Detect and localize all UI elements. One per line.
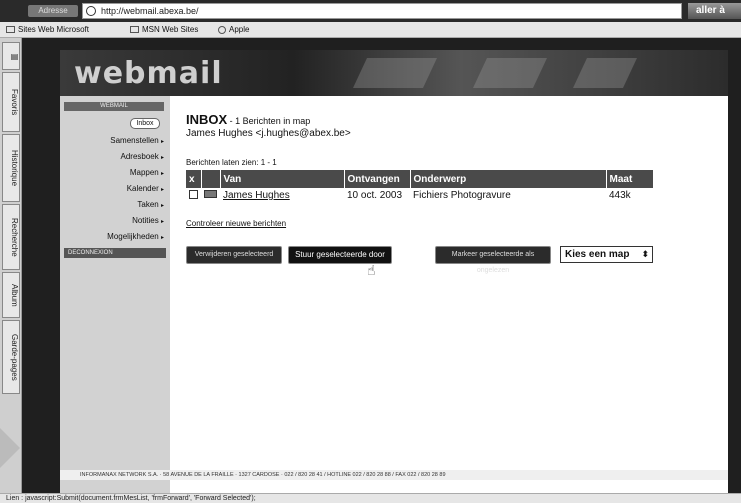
account-user: James Hughes <j.hughes@abex.be> — [186, 128, 351, 139]
banner-decoration — [473, 58, 547, 88]
logout-button[interactable]: DECONNEXION — [64, 248, 166, 258]
favorite-link-msn[interactable]: MSN Web Sites — [130, 24, 198, 36]
nav-item-label: Samenstellen — [110, 136, 159, 145]
message-subject: Fichiers Photogravure — [413, 190, 511, 201]
favorite-label: Apple — [229, 25, 250, 34]
envelope-icon — [204, 190, 217, 198]
delete-selected-button[interactable]: Verwijderen geselecteerd — [186, 246, 282, 264]
nav-inbox-badge[interactable]: Inbox — [130, 118, 160, 129]
column-size[interactable]: Maat — [606, 170, 654, 188]
folder-icon — [130, 26, 139, 34]
go-label: aller à — [696, 5, 725, 16]
address-bar: Adresse http://webmail.abexa.be/ aller à — [0, 0, 741, 22]
favorite-label: MSN Web Sites — [142, 25, 199, 34]
nav-item-label: Mappen — [129, 168, 159, 177]
logout-label: DECONNEXION — [68, 250, 113, 256]
nav-item-label: Notities — [132, 216, 159, 225]
message-range: Berichten laten zien: 1 - 1 — [186, 158, 277, 167]
nav-item-addressbook[interactable]: Adresboek ▸ — [121, 152, 165, 161]
hand-cursor-icon: ☝ — [367, 262, 376, 278]
nav-item-tasks[interactable]: Taken ▸ — [137, 200, 164, 209]
message-size: 443k — [609, 190, 631, 201]
folder-icon — [6, 26, 15, 34]
message-checkbox[interactable] — [189, 189, 198, 199]
favorite-label: Sites Web Microsoft — [18, 25, 89, 34]
nav-item-label: Adresboek — [120, 152, 159, 161]
check-new-messages-link[interactable]: Controleer nieuwe berichten — [186, 219, 286, 228]
url-text: http://webmail.abexa.be/ — [101, 6, 199, 16]
banner: webmail — [60, 50, 728, 96]
message-received: 10 oct. 2003 — [347, 190, 403, 201]
message-from-link[interactable]: James Hughes — [223, 190, 290, 201]
select-arrows-icon: ⬍ — [641, 249, 649, 259]
message-count: - 1 Berichten in map — [227, 116, 311, 126]
inbox-title-text: INBOX — [186, 112, 228, 127]
column-received[interactable]: Ontvangen — [344, 170, 411, 188]
page-footer: INFORMANAX NETWORK S.A. · 58 AVENUE DE L… — [60, 470, 728, 480]
nav-item-compose[interactable]: Samenstellen ▸ — [110, 136, 164, 145]
main-content: INBOX - 1 Berichten in map James Hughes … — [170, 96, 728, 493]
favorite-link-apple[interactable]: Apple — [218, 24, 249, 36]
nav-item-label: Taken — [137, 200, 159, 209]
globe-icon — [86, 6, 96, 16]
arrow-icon: ▸ — [160, 139, 164, 145]
arrow-icon: ▸ — [160, 203, 164, 209]
forward-selected-button[interactable]: Stuur geselecteerde door — [288, 246, 392, 264]
side-tab-history[interactable]: Historique — [2, 134, 20, 202]
web-page: webmail WEBMAIL Inbox Samenstellen ▸ Adr… — [0, 38, 741, 493]
page-title: INBOX - 1 Berichten in map — [186, 112, 310, 127]
table-header-row: x Van Ontvangen Onderwerp Maat — [186, 170, 654, 188]
nav-item-calendar[interactable]: Kalender ▸ — [127, 184, 164, 193]
webmail-frame: webmail WEBMAIL Inbox Samenstellen ▸ Adr… — [60, 50, 728, 493]
side-tab-search[interactable]: Recherche — [2, 204, 20, 270]
table-row: James Hughes 10 oct. 2003 Fichiers Photo… — [186, 188, 654, 203]
column-select[interactable]: x — [186, 170, 202, 188]
side-tab-album[interactable]: Album — [2, 272, 20, 318]
side-tab-favorites[interactable]: Favoris — [2, 72, 20, 132]
nav-item-label: Kalender — [126, 184, 159, 193]
nav-header: WEBMAIL — [64, 102, 164, 111]
arrow-icon: ▸ — [160, 187, 164, 193]
arrow-icon: ▸ — [160, 171, 164, 177]
mark-unread-button[interactable]: Markeer geselecteerde als ongelezen — [435, 246, 551, 274]
apple-icon — [218, 25, 226, 34]
explorer-side-tabs: ▤ Favoris Historique Recherche Album Gar… — [0, 38, 22, 493]
side-tab-page-holder[interactable]: Garde-pages — [2, 320, 20, 394]
side-tab-icon[interactable]: ▤ — [2, 42, 20, 70]
nav-item-folders[interactable]: Mappen ▸ — [130, 168, 164, 177]
column-icon — [201, 170, 221, 188]
favorites-bar: Sites Web Microsoft MSN Web Sites Apple — [0, 22, 741, 38]
tab-pointer — [0, 428, 20, 468]
folder-select[interactable]: Kies een map ⬍ — [560, 246, 653, 263]
nav-item-label: Mogelijkheden — [107, 232, 159, 241]
arrow-icon: ▸ — [160, 219, 164, 225]
message-table: x Van Ontvangen Onderwerp Maat James Hug… — [186, 170, 654, 203]
go-button[interactable]: aller à — [688, 3, 741, 19]
nav-item-notes[interactable]: Notities ▸ — [132, 216, 164, 225]
favorite-link-microsoft[interactable]: Sites Web Microsoft — [6, 24, 89, 36]
sidebar-nav: WEBMAIL Inbox Samenstellen ▸ Adresboek ▸… — [60, 96, 170, 493]
nav-item-options[interactable]: Mogelijkheden ▸ — [107, 232, 164, 241]
column-subject[interactable]: Onderwerp — [410, 170, 607, 188]
banner-decoration — [353, 58, 437, 88]
status-bar: Lien : javascript:Submit(document.frmMes… — [0, 493, 741, 503]
arrow-icon: ▸ — [160, 155, 164, 161]
banner-decoration — [573, 58, 637, 88]
folder-select-value: Kies een map — [565, 249, 630, 260]
column-from[interactable]: Van — [220, 170, 345, 188]
address-label: Adresse — [28, 5, 78, 17]
url-input[interactable]: http://webmail.abexa.be/ — [82, 3, 682, 19]
webmail-logo: webmail — [74, 56, 223, 91]
arrow-icon: ▸ — [160, 235, 164, 241]
